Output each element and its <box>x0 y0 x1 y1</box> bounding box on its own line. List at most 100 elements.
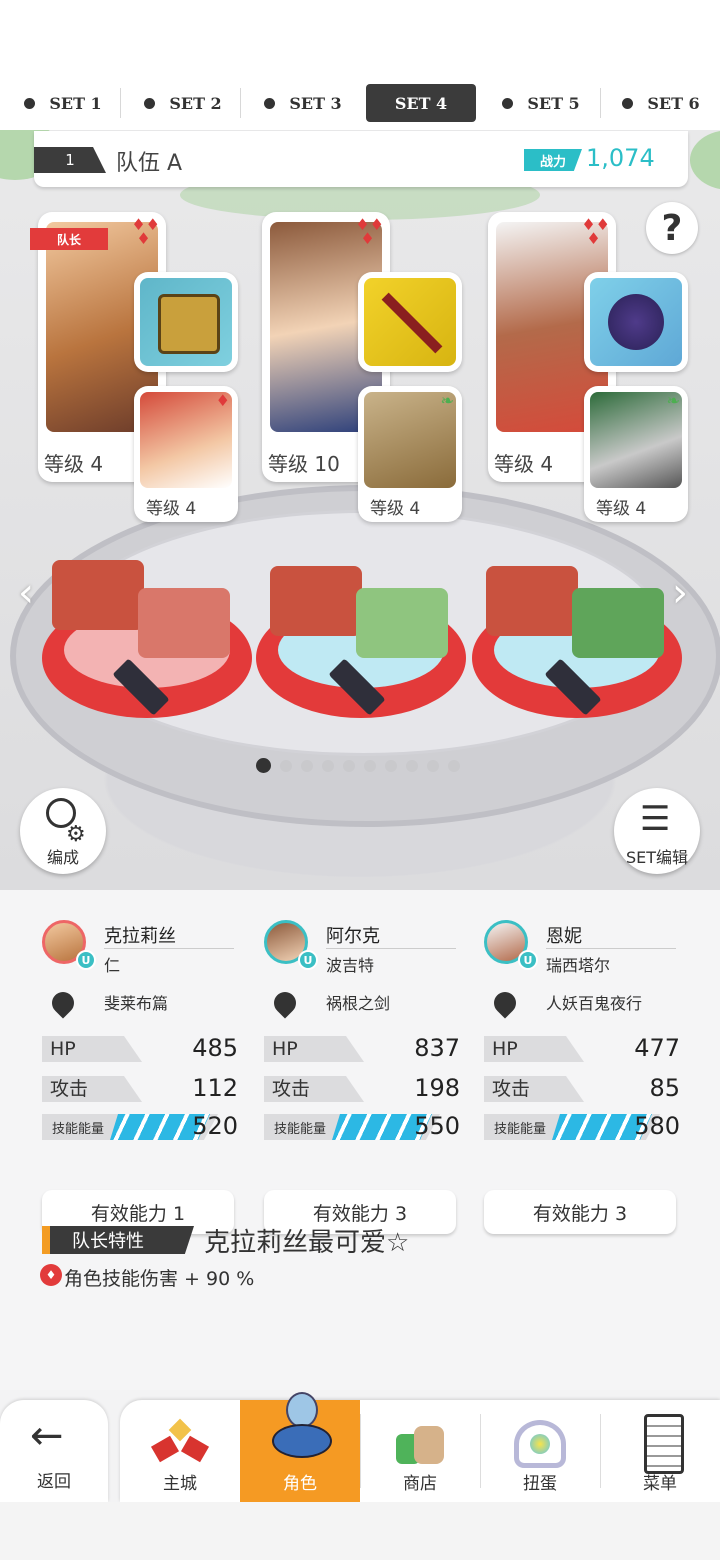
weapon-name: 斐莱布篇 <box>104 994 169 1013</box>
list-icon: ☰ <box>640 799 671 839</box>
character-icon <box>270 1392 332 1458</box>
system-nav-area <box>0 1502 720 1560</box>
tab-set-3[interactable]: SET 3 <box>248 84 358 122</box>
next-arrow-icon[interactable]: › <box>672 570 688 616</box>
sword-icon <box>364 278 456 366</box>
character-name: 阿尔克 <box>326 926 380 947</box>
unit-block <box>52 560 144 630</box>
character-level: 等级 4 <box>494 452 554 476</box>
nav-item-menu[interactable]: 菜单 <box>600 1400 720 1502</box>
unit-badge-icon: U <box>518 950 538 970</box>
diamond-suit-icon: ♦♦ ♦ <box>581 215 610 248</box>
diamond-suit-icon: ♦ <box>215 391 230 410</box>
weapon-name: 祸根之剑 <box>326 994 391 1013</box>
hp-row: HP 837 <box>264 1034 460 1064</box>
character-level: 等级 4 <box>44 452 104 476</box>
tab-divider <box>120 88 121 118</box>
nav-item-shop[interactable]: 商店 <box>360 1400 480 1502</box>
unit-block <box>572 588 664 658</box>
equipment-slot-3[interactable] <box>584 272 688 372</box>
dot-icon <box>622 97 634 109</box>
weapon-icon <box>489 984 524 1019</box>
unit-badge-icon: U <box>298 950 318 970</box>
town-icon <box>150 1414 210 1470</box>
character-name: 恩妮 <box>546 926 582 947</box>
unit-badge-icon: U <box>76 950 96 970</box>
dot-icon <box>24 97 36 109</box>
background-foliage <box>690 130 720 190</box>
shop-icon <box>390 1414 450 1470</box>
leaf-suit-icon: ❧ <box>666 391 680 410</box>
team-bar: 1 队伍 A 战力 1,074 <box>34 131 688 187</box>
support-level: 等级 4 <box>596 499 647 519</box>
dot-icon <box>264 97 276 109</box>
leader-tag: 队长 <box>30 228 108 250</box>
status-bar-area <box>0 0 720 78</box>
gacha-icon <box>510 1414 570 1470</box>
character-name: 克拉莉丝 <box>104 926 176 947</box>
team-name[interactable]: 队伍 A <box>116 145 182 177</box>
tab-set-5[interactable]: SET 5 <box>486 84 596 122</box>
dot-icon <box>502 97 514 109</box>
partner-name: 瑞西塔尔 <box>546 956 611 975</box>
character-level: 等级 10 <box>268 452 340 476</box>
leader-skill-effect: 角色技能伤害 + 90 % <box>64 1268 255 1290</box>
leaf-suit-icon: ❧ <box>440 391 454 410</box>
diamond-suit-icon: ♦♦ ♦ <box>355 215 384 248</box>
power-label: 战力 <box>524 149 582 171</box>
hp-row: HP 477 <box>484 1034 680 1064</box>
unit-block <box>356 588 448 658</box>
tab-set-6[interactable]: SET 6 <box>606 84 716 122</box>
diamond-suit-icon: ♦♦ ♦ <box>131 215 160 248</box>
set-edit-button[interactable]: ☰ SET编辑 <box>614 788 700 874</box>
bottom-navigation: ← 返回 主城 角色 商店 扭蛋 菜单 <box>0 1392 720 1502</box>
tab-set-1[interactable]: SET 1 <box>8 84 118 122</box>
equipment-slot-2[interactable] <box>358 272 462 372</box>
skill-energy-row: 技能能量 550 <box>264 1112 460 1142</box>
nav-bar: 主城 角色 商店 扭蛋 菜单 <box>120 1392 720 1502</box>
menu-icon <box>630 1414 690 1474</box>
nav-item-town[interactable]: 主城 <box>120 1400 240 1502</box>
back-arrow-icon: ← <box>30 1413 64 1459</box>
support-level: 等级 4 <box>146 499 197 519</box>
equipment-slot-1[interactable] <box>134 272 238 372</box>
support-card-1[interactable]: ♦ 等级 4 <box>134 386 238 522</box>
support-card-2[interactable]: ❧ 等级 4 <box>358 386 462 522</box>
dot-icon <box>144 97 156 109</box>
unit-block <box>138 588 230 658</box>
support-card-3[interactable]: ❧ 等级 4 <box>584 386 688 522</box>
prev-arrow-icon[interactable]: ‹ <box>18 570 34 616</box>
back-button[interactable]: ← 返回 <box>0 1400 108 1502</box>
orb-icon <box>590 278 682 366</box>
diamond-suit-icon: ♦ <box>40 1264 62 1286</box>
attack-row: 攻击 85 <box>484 1074 680 1104</box>
skill-energy-row: 技能能量 520 <box>42 1112 238 1142</box>
support-level: 等级 4 <box>370 499 421 519</box>
character-detail-panel: U 克拉莉丝 仁 斐莱布篇 HP 485 攻击 112 技能能量 520 有效能… <box>0 890 720 1390</box>
nav-item-character[interactable]: 角色 <box>240 1392 360 1502</box>
attack-row: 攻击 198 <box>264 1074 460 1104</box>
leader-skill-label: 队长特性 <box>42 1226 194 1254</box>
page-indicator <box>256 758 460 773</box>
tab-divider <box>240 88 241 118</box>
unit-block <box>270 566 362 636</box>
unit-block <box>486 566 578 636</box>
tab-set-2[interactable]: SET 2 <box>128 84 238 122</box>
hp-row: HP 485 <box>42 1034 238 1064</box>
weapon-name: 人妖百鬼夜行 <box>546 994 643 1013</box>
power-value: 1,074 <box>586 144 655 172</box>
tab-divider <box>600 88 601 118</box>
skill-energy-row: 技能能量 580 <box>484 1112 680 1142</box>
partner-name: 仁 <box>104 956 121 975</box>
formation-button[interactable]: ⚙ 编成 <box>20 788 106 874</box>
tab-set-4[interactable]: SET 4 <box>366 84 476 122</box>
team-number: 1 <box>34 147 106 173</box>
ability-button[interactable]: 有效能力 3 <box>484 1190 676 1234</box>
partner-name: 波吉特 <box>326 956 375 975</box>
book-icon <box>140 278 232 366</box>
nav-item-gacha[interactable]: 扭蛋 <box>480 1400 600 1502</box>
help-button[interactable]: ? <box>646 202 698 254</box>
weapon-icon <box>47 984 82 1019</box>
attack-row: 攻击 112 <box>42 1074 238 1104</box>
weapon-icon <box>269 984 304 1019</box>
